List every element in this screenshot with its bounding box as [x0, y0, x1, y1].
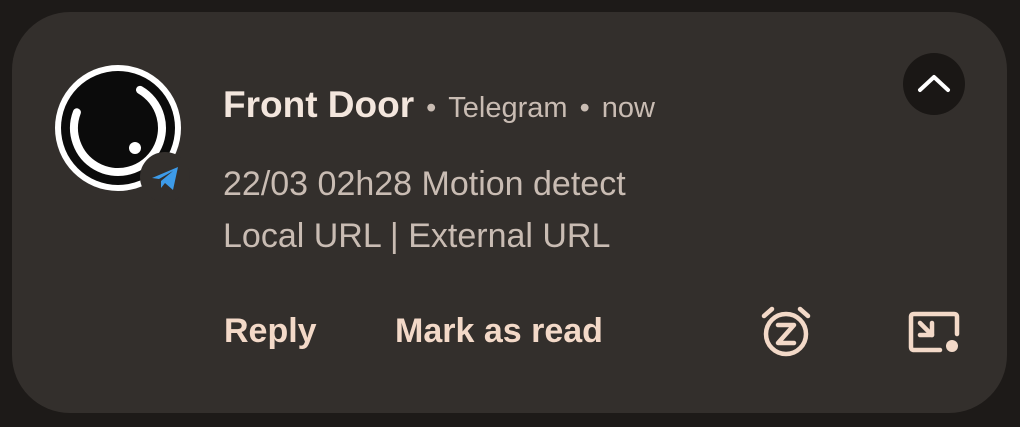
- notification-card[interactable]: Front Door • Telegram • now 22/03 02h28 …: [12, 12, 1007, 413]
- chevron-up-icon: [918, 75, 950, 92]
- snooze-alarm-icon: [761, 306, 811, 357]
- mark-as-read-button[interactable]: Mark as read: [395, 312, 603, 351]
- app-name: Telegram: [448, 92, 568, 124]
- notification-time: now: [601, 92, 655, 124]
- message-line: Local URL | External URL: [223, 217, 611, 255]
- picture-in-picture-icon: [908, 311, 960, 353]
- collapse-button[interactable]: [903, 53, 965, 115]
- header-separator: •: [579, 92, 590, 124]
- reply-button[interactable]: Reply: [224, 312, 317, 351]
- notification-header: Front Door • Telegram • now: [223, 84, 655, 126]
- picture-in-picture-button[interactable]: [906, 304, 962, 360]
- snooze-button[interactable]: [758, 304, 814, 360]
- notification-title: Front Door: [223, 84, 415, 125]
- telegram-icon: [140, 152, 190, 202]
- message-line: 22/03 02h28 Motion detect: [223, 165, 626, 203]
- header-separator: •: [426, 92, 437, 124]
